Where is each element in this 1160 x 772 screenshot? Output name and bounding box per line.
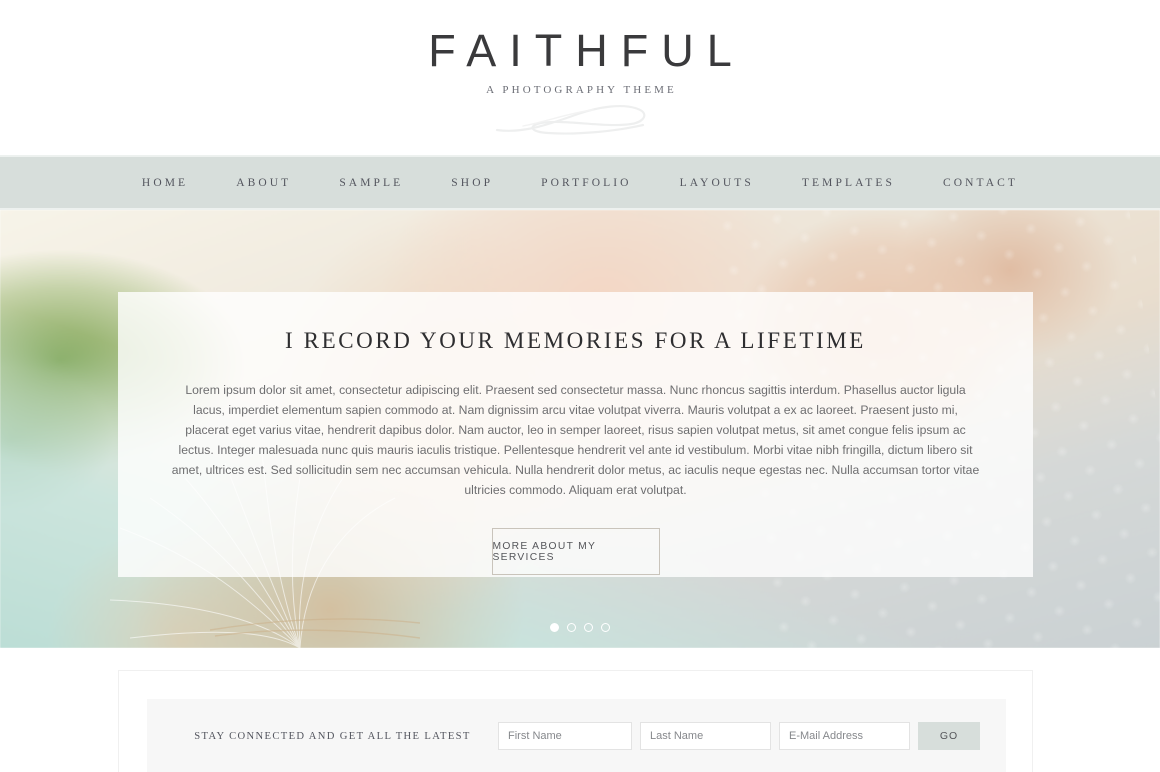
hero-slider-dots [0,623,1160,632]
newsletter-signup-bar: STAY CONNECTED AND GET ALL THE LATEST GO [147,699,1006,772]
slider-dot-3[interactable] [584,623,593,632]
site-logo-title[interactable]: FAITHFUL [415,28,745,73]
nav-item-sample[interactable]: SAMPLE [315,177,427,189]
last-name-input[interactable] [640,722,771,750]
first-name-input[interactable] [498,722,632,750]
newsletter-submit-button[interactable]: GO [918,722,980,750]
content-card: STAY CONNECTED AND GET ALL THE LATEST GO [118,670,1033,772]
newsletter-form: GO [498,722,980,750]
calligraphic-swash-icon [495,104,645,135]
nav-item-contact[interactable]: CONTACT [919,177,1042,189]
slider-dot-4[interactable] [601,623,610,632]
nav-item-portfolio[interactable]: PORTFOLIO [517,177,655,189]
nav-item-home[interactable]: HOME [118,177,212,189]
page-root: FAITHFUL A PHOTOGRAPHY THEME HOME ABOUT … [0,0,1160,772]
nav-item-layouts[interactable]: LAYOUTS [656,177,778,189]
newsletter-label: STAY CONNECTED AND GET ALL THE LATEST [194,730,471,742]
hero-body-text: Lorem ipsum dolor sit amet, consectetur … [171,383,980,497]
slider-dot-2[interactable] [567,623,576,632]
nav-item-about[interactable]: ABOUT [212,177,315,189]
site-logo-tagline: A PHOTOGRAPHY THEME [486,84,677,96]
hero-cta-button[interactable]: MORE ABOUT MY SERVICES [491,528,660,575]
hero-slider: I RECORD YOUR MEMORIES FOR A LIFETIME Lo… [0,210,1160,648]
hero-title: I RECORD YOUR MEMORIES FOR A LIFETIME [285,328,866,353]
nav-item-list: HOME ABOUT SAMPLE SHOP PORTFOLIO LAYOUTS… [118,177,1042,189]
main-navigation: HOME ABOUT SAMPLE SHOP PORTFOLIO LAYOUTS… [0,155,1160,210]
site-header: FAITHFUL A PHOTOGRAPHY THEME [0,0,1160,155]
slider-dot-1[interactable] [550,623,559,632]
email-input[interactable] [779,722,910,750]
nav-item-templates[interactable]: TEMPLATES [778,177,919,189]
hero-text-overlay: I RECORD YOUR MEMORIES FOR A LIFETIME Lo… [118,292,1033,577]
nav-item-shop[interactable]: SHOP [427,177,517,189]
